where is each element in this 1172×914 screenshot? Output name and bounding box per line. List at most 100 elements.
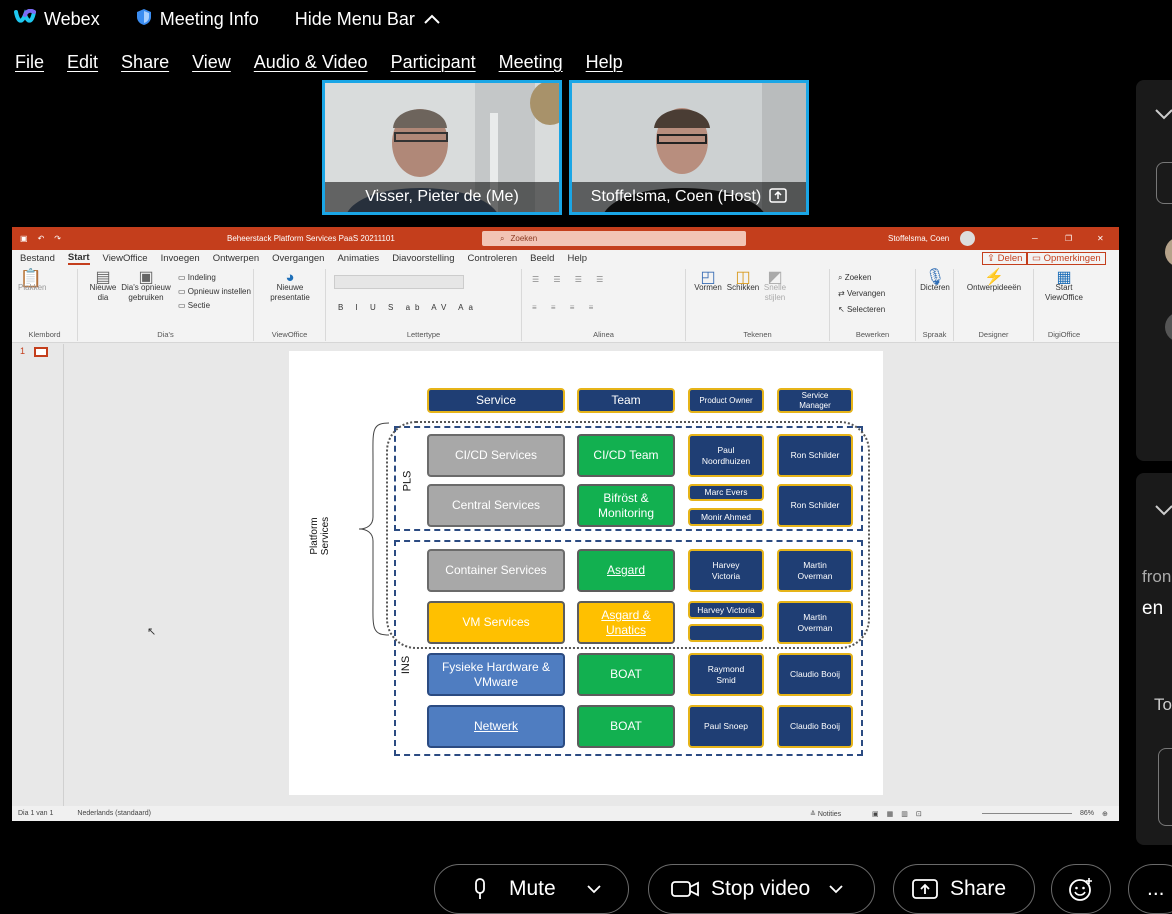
label-pls: PLS (401, 470, 414, 492)
doc-title: Beheerstack Platform Services PaaS 20211… (227, 234, 395, 243)
manager-network: Claudio Booij (777, 705, 853, 748)
video-tile-host[interactable]: Stoffelsma, Coen (Host) (569, 80, 809, 215)
menu-participant[interactable]: Participant (391, 52, 476, 73)
tab-ontwerpen[interactable]: Ontwerpen (213, 253, 259, 264)
chevron-down-icon[interactable] (1154, 503, 1172, 517)
group-viewoffice: ◕ Nieuwe presentatie ViewOffice (254, 269, 326, 341)
reset-button[interactable]: ▭ Opnieuw instellen (178, 287, 251, 297)
chevron-down-icon[interactable] (586, 884, 602, 894)
quick-styles-icon: ◩ (767, 269, 783, 286)
tab-animaties[interactable]: Animaties (337, 253, 379, 264)
tab-bestand[interactable]: Bestand (20, 253, 55, 264)
service-vm: VM Services (427, 601, 565, 644)
side-text-from: fron (1142, 567, 1172, 586)
zoom-slider[interactable] (982, 813, 1072, 814)
tab-start[interactable]: Start (67, 252, 90, 265)
ppt-search-box[interactable]: ⌕ Zoeken (482, 231, 746, 246)
group-slides: ▤ Nieuwe dia ▣ Dia's opnieuw gebruiken ▭ I… (78, 269, 254, 341)
slide-thumbnail[interactable] (34, 347, 48, 357)
redo-icon[interactable]: ↷ (54, 234, 61, 243)
app-name: Webex (44, 8, 100, 29)
slide-thumbnail-pane: 1 (12, 344, 64, 806)
tab-overgangen[interactable]: Overgangen (272, 253, 324, 264)
tab-beeld[interactable]: Beeld (530, 253, 554, 264)
fit-slide-icon[interactable]: ⊕ (1102, 810, 1108, 818)
hide-menu-bar-button[interactable]: Hide Menu Bar (295, 9, 441, 30)
webex-app[interactable]: Webex (14, 8, 100, 30)
reactions-button[interactable] (1051, 864, 1111, 914)
layout-button[interactable]: ▭ Indeling (178, 273, 216, 283)
meeting-info-button[interactable]: Meeting Info (136, 8, 259, 31)
undo-icon[interactable]: ↶ (38, 234, 45, 243)
more-options-button[interactable]: ... (1128, 864, 1172, 914)
microphone-icon (475, 878, 485, 899)
ppt-titlebar: ▣ ↶ ↷ Beheerstack Platform Services PaaS… (12, 227, 1119, 250)
font-name-select[interactable] (334, 275, 464, 289)
owner-vm-1: Harvey Victoria (688, 601, 764, 619)
save-icon[interactable]: ▣ (20, 234, 28, 243)
find-button[interactable]: ⌕ Zoeken (838, 273, 871, 283)
shapes-button[interactable]: ◰ Vormen (692, 270, 724, 293)
reuse-slides-button[interactable]: ▣ Dia's opnieuw gebruiken (120, 270, 172, 303)
menu-edit[interactable]: Edit (67, 52, 98, 73)
status-language[interactable]: Nederlands (standaard) (77, 810, 151, 817)
comments-button[interactable]: ▭ Opmerkingen (1027, 252, 1106, 265)
dictate-button[interactable]: 🎙 Dicteren (918, 270, 952, 293)
quick-styles-button[interactable]: ◩ Snelle stijlen (762, 269, 788, 303)
ppt-minimize-icon[interactable]: ─ (1032, 234, 1038, 243)
shield-icon (136, 8, 152, 31)
side-field[interactable] (1156, 162, 1172, 204)
new-presentation-button[interactable]: ◕ Nieuwe presentatie (262, 270, 318, 303)
tab-diavoorstelling[interactable]: Diavoorstelling (392, 253, 454, 264)
tab-help[interactable]: Help (567, 253, 587, 264)
section-button[interactable]: ▭ Sectie (178, 301, 210, 311)
manager-hardware: Claudio Booij (777, 653, 853, 696)
menu-meeting[interactable]: Meeting (499, 52, 563, 73)
menu-audio-video[interactable]: Audio & Video (254, 52, 368, 73)
share-button[interactable]: ⇪ Delen (982, 252, 1028, 265)
paste-button[interactable]: 📋 Plakken (18, 268, 46, 293)
view-buttons[interactable]: ▣▦▥⊡ (872, 810, 930, 818)
group-speech: 🎙 Dicteren Spraak (916, 269, 954, 341)
meeting-controls: Mute Stop video Share ... (0, 848, 1172, 914)
zoom-level[interactable]: 86% (1080, 810, 1094, 817)
share-screen-icon (912, 879, 938, 899)
mute-button[interactable]: Mute (434, 864, 629, 914)
arrange-button[interactable]: ◫ Schikken (726, 270, 760, 293)
menu-share[interactable]: Share (121, 52, 169, 73)
side-input[interactable] (1158, 748, 1172, 826)
list-buttons[interactable]: ☰ ☰ ☰ ☰ (532, 275, 609, 285)
menu-view[interactable]: View (192, 52, 231, 73)
chevron-down-icon[interactable] (828, 884, 844, 894)
menu-help[interactable]: Help (586, 52, 623, 73)
replace-button[interactable]: ⇄ Vervangen (838, 289, 885, 299)
participant-name-host: Stoffelsma, Coen (Host) (572, 182, 806, 212)
ppt-close-icon[interactable]: ✕ (1097, 234, 1104, 243)
ppt-maximize-icon[interactable]: ❐ (1065, 234, 1072, 243)
team-network: BOAT (577, 705, 675, 748)
stop-video-button[interactable]: Stop video (648, 864, 875, 914)
owner-ci-cd: Paul Noordhuizen (688, 434, 764, 477)
menu-file[interactable]: File (15, 52, 44, 73)
font-format-buttons[interactable]: B I U S ab AV Aa (338, 303, 478, 313)
notes-button[interactable]: ≙ Notities (810, 810, 841, 818)
tab-invoegen[interactable]: Invoegen (161, 253, 200, 264)
designer-button[interactable]: ⚡ Ontwerpideeën (958, 270, 1030, 293)
tab-controleren[interactable]: Controleren (468, 253, 518, 264)
chevron-down-icon[interactable] (1154, 107, 1172, 121)
clipboard-icon: 📋 (19, 268, 43, 288)
new-slide-icon: ▤ (95, 269, 111, 286)
service-central: Central Services (427, 484, 565, 527)
share-button[interactable]: Share (893, 864, 1035, 914)
select-button[interactable]: ↖ Selecteren (838, 305, 885, 315)
side-text-to: To (1154, 695, 1172, 714)
group-editing: ⌕ Zoeken ⇄ Vervangen ↖ Selecteren Bewerk… (830, 269, 916, 341)
service-hardware: Fysieke Hardware & VMware (427, 653, 565, 696)
start-viewoffice-button[interactable]: ▦ Start ViewOffice (1038, 270, 1090, 303)
emoji-icon (1069, 878, 1092, 901)
new-slide-button[interactable]: ▤ Nieuwe dia (88, 269, 118, 303)
video-tile-me[interactable]: Visser, Pieter de (Me) (322, 80, 562, 215)
ppt-avatar[interactable] (960, 231, 975, 246)
tab-viewoffice[interactable]: ViewOffice (103, 253, 148, 264)
align-buttons[interactable]: ≡ ≡ ≡ ≡ (532, 303, 599, 313)
